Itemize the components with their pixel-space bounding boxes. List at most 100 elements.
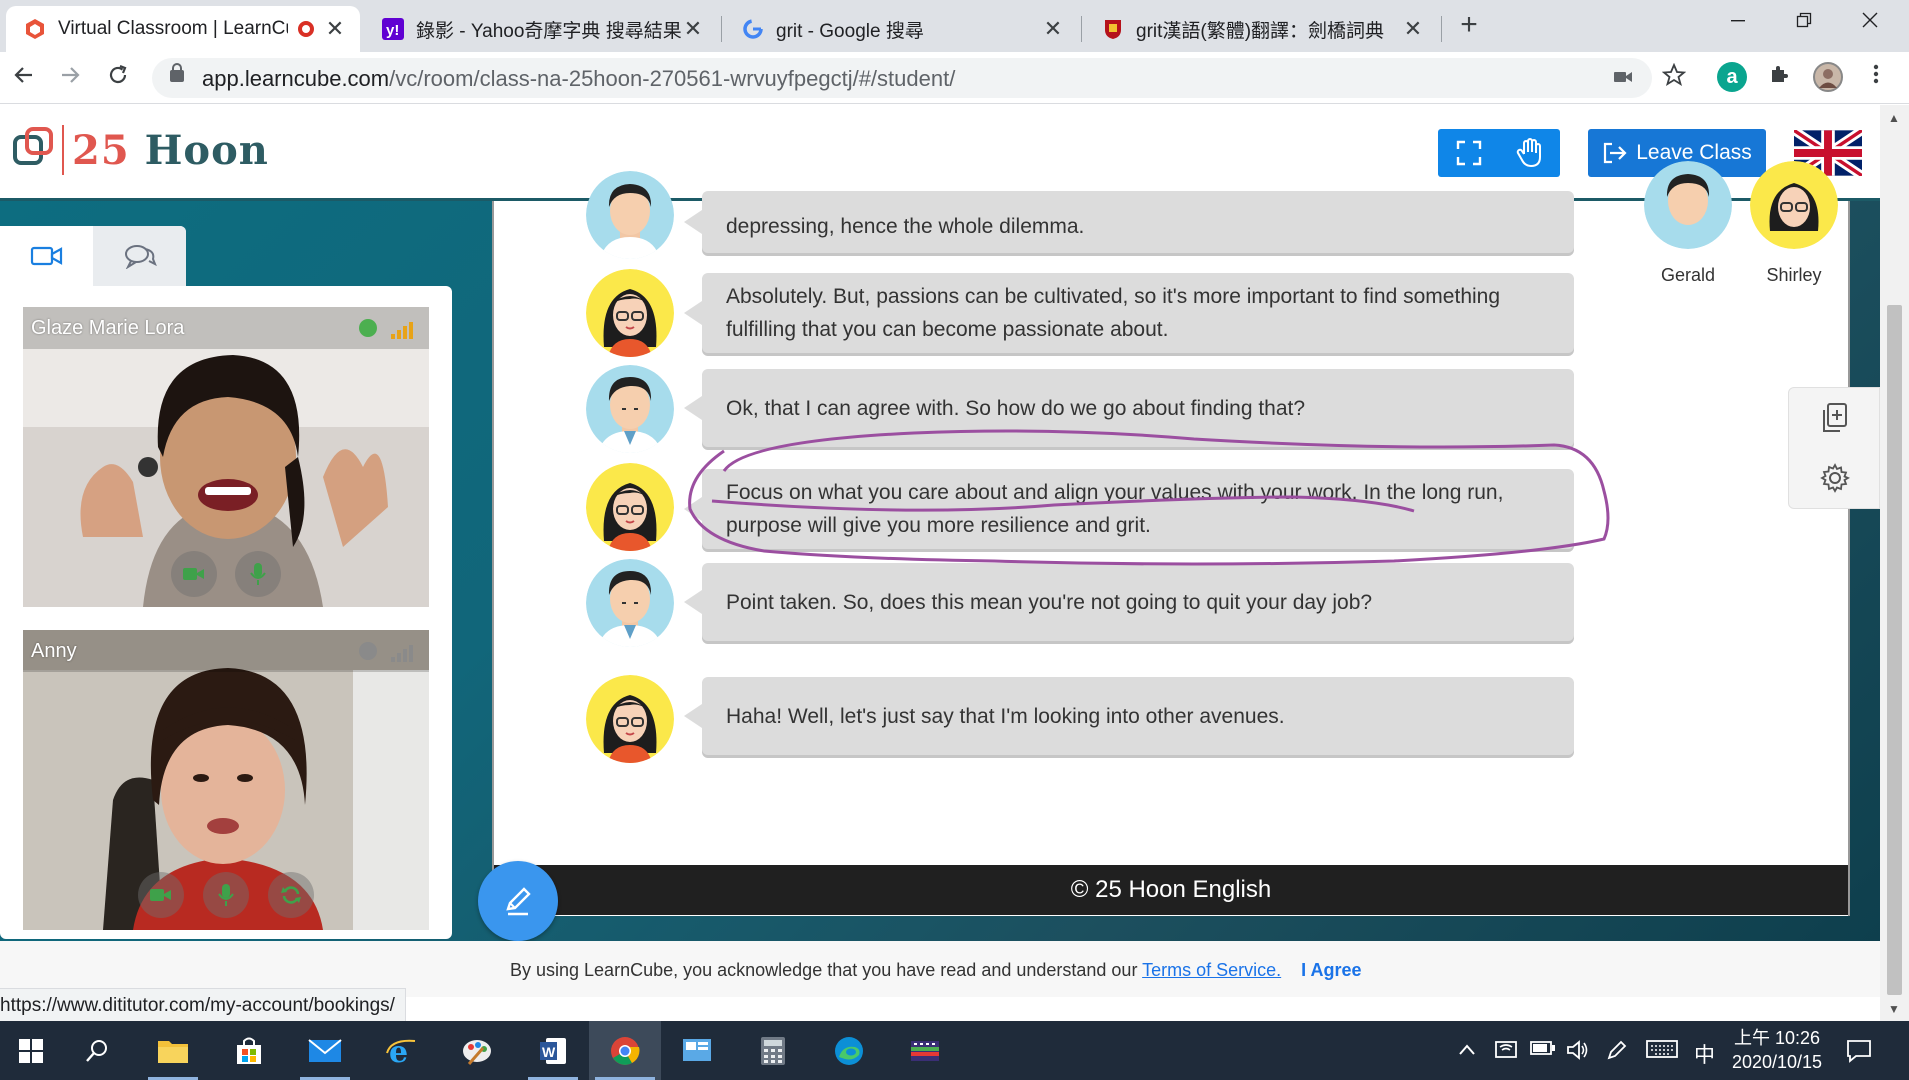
reload-button[interactable] [100, 60, 136, 96]
close-window-button[interactable] [1840, 4, 1900, 40]
left-panel-tabs [0, 226, 186, 286]
fullscreen-button[interactable] [1438, 129, 1499, 177]
classroom-stage: Glaze Marie Lora Anny depressing, hence … [0, 161, 1881, 941]
tab-google-search[interactable]: grit - Google 搜尋 ✕ [724, 6, 1078, 52]
control-panel-taskbar-button[interactable] [666, 1021, 728, 1080]
extensions-puzzle-icon[interactable] [1765, 62, 1795, 92]
address-bar[interactable]: app.learncube.com/vc/room/class-na-25hoo… [152, 58, 1652, 98]
browser-toolbar: app.learncube.com/vc/room/class-na-25hoo… [0, 52, 1909, 104]
scrollbar-thumb[interactable] [1887, 305, 1902, 995]
extension-a-icon[interactable]: a [1717, 62, 1747, 92]
student-mic-toggle[interactable] [203, 872, 249, 918]
search-icon [86, 1039, 107, 1062]
restore-button[interactable] [1774, 4, 1834, 40]
camera-icon [183, 568, 204, 580]
logo-word: Hoon [144, 127, 269, 174]
forward-button[interactable] [52, 60, 88, 96]
tab-virtual-classroom[interactable]: Virtual Classroom | LearnCube ✕ [6, 6, 360, 52]
store-bag-icon [237, 1037, 261, 1064]
close-tab-icon[interactable]: ✕ [1402, 16, 1424, 42]
back-button[interactable] [6, 60, 42, 96]
notification-center-icon[interactable] [1846, 1039, 1872, 1069]
tutor-mic-toggle[interactable] [235, 551, 281, 597]
yahoo-icon: y! [382, 18, 404, 40]
scroll-up-arrow[interactable]: ▲ [1888, 111, 1900, 125]
pen-ink-icon[interactable] [1606, 1039, 1628, 1067]
search-button[interactable] [66, 1021, 128, 1080]
camera-icon[interactable] [1612, 66, 1634, 94]
logo-number: 25 [72, 127, 130, 174]
draw-tool-button[interactable] [478, 861, 558, 941]
learncube-icon [24, 18, 46, 40]
system-clock[interactable]: 上午 10:26 2020/10/15 [1722, 1026, 1832, 1074]
svg-text:y!: y! [386, 22, 399, 39]
video-tile-tutor[interactable]: Glaze Marie Lora [23, 307, 429, 607]
url-path: /vc/room/class-na-25hoon-270561-wrvuyfpe… [389, 66, 956, 91]
palette-icon [463, 1039, 491, 1065]
left-panel: Glaze Marie Lora Anny [0, 226, 452, 939]
calculator-taskbar-button[interactable] [742, 1021, 804, 1080]
tab-title: 錄影 - Yahoo奇摩字典 搜尋結果 [416, 20, 682, 42]
url-text[interactable]: app.learncube.com/vc/room/class-na-25hoo… [202, 66, 955, 92]
tab-chat[interactable] [93, 226, 186, 286]
tray-overflow-icon[interactable] [1458, 1039, 1476, 1062]
new-tab-button[interactable]: + [1454, 8, 1484, 42]
tab-video[interactable] [0, 226, 93, 286]
terms-of-service-link[interactable]: Terms of Service. [1142, 960, 1281, 980]
bookmark-star-icon[interactable] [1656, 60, 1692, 96]
touch-keyboard-icon[interactable] [1646, 1039, 1678, 1065]
gear-icon [1820, 463, 1850, 493]
volume-icon[interactable] [1566, 1039, 1590, 1067]
consent-text: By using LearnCube, you acknowledge that… [510, 960, 1143, 980]
minimize-button[interactable] [1708, 4, 1768, 40]
close-tab-icon[interactable]: ✕ [1042, 16, 1064, 42]
tab-title: grit漢語(繁體)翻譯：劍橋詞典 [1136, 20, 1385, 42]
word-icon: W [540, 1037, 566, 1064]
google-icon [742, 18, 764, 40]
settings-button[interactable] [1789, 448, 1881, 508]
raise-hand-button[interactable] [1499, 129, 1560, 177]
video-tile-student[interactable]: Anny [23, 630, 429, 930]
student-camera-toggle[interactable] [138, 872, 184, 918]
student-refresh-video[interactable] [268, 872, 314, 918]
app-taskbar-button[interactable] [894, 1021, 956, 1080]
folder-icon [158, 1040, 188, 1063]
network-icon[interactable] [1494, 1039, 1518, 1067]
paint-taskbar-button[interactable] [446, 1021, 508, 1080]
edge-taskbar-button[interactable] [818, 1021, 880, 1080]
tab-separator [1081, 16, 1082, 42]
calculator-icon [761, 1036, 785, 1065]
add-document-button[interactable] [1789, 388, 1881, 448]
microphone-icon [218, 884, 234, 906]
profile-avatar-icon[interactable] [1813, 62, 1843, 92]
i-agree-button[interactable]: I Agree [1301, 960, 1361, 980]
brand-logo[interactable]: 25 Hoon [72, 127, 269, 174]
lesson-board[interactable]: depressing, hence the whole dilemma. Ger… [492, 161, 1850, 916]
store-taskbar-button[interactable] [218, 1021, 280, 1080]
mail-taskbar-button[interactable] [294, 1021, 356, 1080]
video-camera-icon [30, 246, 62, 266]
screen: Virtual Classroom | LearnCube ✕ y! 錄影 - … [0, 0, 1909, 1080]
browser-tab-strip: Virtual Classroom | LearnCube ✕ y! 錄影 - … [0, 0, 1909, 52]
page-scrollbar[interactable]: ▲ ▼ [1880, 105, 1909, 1021]
signal-strength-icon [391, 642, 417, 662]
close-tab-icon[interactable]: ✕ [682, 16, 704, 42]
internet-explorer-taskbar-button[interactable]: e [370, 1021, 432, 1080]
pen-annotation-overlay [688, 429, 1610, 566]
chrome-taskbar-button[interactable] [589, 1021, 661, 1080]
tab-yahoo-dictionary[interactable]: y! 錄影 - Yahoo奇摩字典 搜尋結果 ✕ [364, 6, 718, 52]
video-panel: Glaze Marie Lora Anny [0, 286, 452, 939]
control-panel-icon [683, 1038, 711, 1061]
ime-indicator[interactable]: 中 [1694, 1039, 1715, 1069]
browser-menu-icon[interactable] [1861, 62, 1891, 92]
close-tab-icon[interactable]: ✕ [324, 16, 346, 42]
file-explorer-taskbar-button[interactable] [142, 1021, 204, 1080]
tutor-camera-toggle[interactable] [171, 551, 217, 597]
logo-divider [62, 125, 64, 175]
start-button[interactable] [0, 1021, 62, 1080]
scroll-down-arrow[interactable]: ▼ [1888, 1002, 1900, 1016]
battery-icon[interactable] [1530, 1039, 1556, 1062]
cambridge-icon [1102, 18, 1124, 40]
tab-cambridge-dictionary[interactable]: grit漢語(繁體)翻譯：劍橋詞典 ✕ [1084, 6, 1438, 52]
word-taskbar-button[interactable]: W [522, 1021, 584, 1080]
